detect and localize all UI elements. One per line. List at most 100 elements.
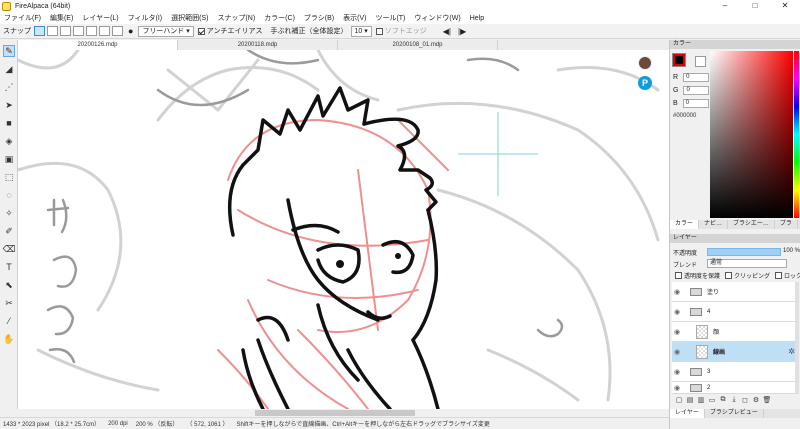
layer-row-4[interactable]: ◉ 4 [672, 302, 798, 322]
snap-vanishing-button[interactable] [73, 26, 84, 36]
saturation-value-field[interactable] [710, 51, 793, 218]
eye-icon[interactable]: ◉ [672, 384, 682, 392]
background-color-swatch[interactable] [695, 56, 706, 67]
soft-edge-checkbox[interactable] [375, 27, 383, 35]
eye-icon[interactable]: ◉ [672, 288, 682, 296]
flip-back-icon[interactable]: ◀| [443, 27, 451, 36]
move-icon[interactable]: ➤ [3, 99, 15, 111]
gear-icon[interactable]: ✲ [788, 347, 795, 356]
tab-brush[interactable]: ブラ [775, 220, 798, 229]
delete-layer-icon[interactable]: 🗑 [762, 396, 772, 405]
snap-parallel-button[interactable] [47, 26, 58, 36]
protect-alpha-checkbox[interactable] [675, 272, 682, 279]
pen-icon[interactable]: ✎ [3, 45, 15, 57]
layer-row-2[interactable]: ◉ 2 [672, 382, 798, 394]
layer-row-nuri[interactable]: ◉ 塗り [672, 282, 798, 302]
menu-window[interactable]: ウィンドウ(W) [414, 13, 460, 23]
blend-label: ブレンド [673, 263, 698, 269]
new-layer-icon[interactable]: ▢ [674, 396, 684, 405]
clear-layer-icon[interactable]: ◻ [740, 396, 750, 405]
menu-brush[interactable]: ブラシ(B) [304, 13, 334, 23]
minimize-button[interactable]: – [710, 0, 740, 12]
select-eraser-icon[interactable]: ⌫ [3, 243, 16, 255]
new-folder-icon[interactable]: ▭ [707, 396, 717, 405]
blend-select[interactable]: 通常 [707, 259, 787, 268]
maximize-button[interactable]: □ [740, 0, 770, 12]
layer-row-face[interactable]: ◉ 顔 [672, 322, 798, 342]
b-input[interactable]: 0 [682, 99, 709, 108]
eye-icon[interactable]: ◉ [672, 328, 682, 336]
bucket-icon[interactable]: ◈ [3, 135, 15, 147]
new-1bit-layer-icon[interactable]: ▥ [696, 396, 706, 405]
menu-edit[interactable]: 編集(E) [50, 13, 73, 23]
new-8bit-layer-icon[interactable]: ▤ [685, 396, 695, 405]
r-label: R [673, 74, 679, 81]
drawing-canvas[interactable]: P [18, 50, 669, 409]
snap-circle-button[interactable] [99, 26, 110, 36]
menu-layer[interactable]: レイヤー(L) [82, 13, 118, 23]
eraser-icon[interactable]: ◢ [3, 63, 15, 75]
menu-snap[interactable]: スナップ(N) [217, 13, 255, 23]
tab-brush-editor[interactable]: ブラシエー… [728, 220, 775, 229]
divide-icon[interactable]: ✂ [3, 297, 15, 309]
menu-file[interactable]: ファイル(F) [4, 13, 41, 23]
r-input[interactable]: 0 [683, 73, 710, 82]
horizontal-scrollbar[interactable] [18, 409, 669, 417]
menu-select[interactable]: 選択範囲(S) [171, 13, 208, 23]
select-pen-icon[interactable]: ✐ [3, 225, 15, 237]
tab-document-3[interactable]: 20200108_01.mdp [338, 40, 498, 50]
close-button[interactable]: ✕ [770, 0, 800, 12]
clipping-checkbox[interactable] [725, 272, 733, 279]
scrollbar-thumb[interactable] [255, 410, 415, 416]
menu-tool[interactable]: ツール(T) [375, 13, 405, 23]
tab-layer[interactable]: レイヤー [670, 409, 705, 418]
hand-icon[interactable]: ✋ [3, 333, 15, 345]
snap-crisscross-button[interactable] [60, 26, 71, 36]
fill-square-icon[interactable]: ■ [3, 117, 15, 129]
lasso-icon[interactable]: ◌ [3, 189, 15, 201]
r-row: R0 [673, 73, 710, 82]
foreground-color-swatch[interactable] [672, 53, 686, 67]
g-input[interactable]: 0 [683, 86, 710, 95]
menu-color[interactable]: カラー(C) [264, 13, 295, 23]
layer-row-lineart[interactable]: ◉ 線画 ✲ [672, 342, 798, 362]
tab-navigator[interactable]: ナビ… [699, 220, 729, 229]
eye-icon[interactable]: ◉ [672, 368, 682, 376]
opacity-slider[interactable] [707, 248, 781, 256]
snap-settings-icon[interactable]: ● [128, 26, 133, 36]
tab-brush-preview[interactable]: ブラシプレビュー [705, 409, 764, 418]
menu-help[interactable]: Help [470, 15, 484, 22]
magic-wand-icon[interactable]: ✧ [3, 207, 15, 219]
avatar-icon[interactable] [638, 56, 652, 70]
layer-buttons: ▢ ▤ ▥ ▭ ⧉ ⤓ ◻ ⚙ 🗑 [674, 396, 773, 405]
layer-row-3[interactable]: ◉ 3 [672, 362, 798, 382]
p-badge-icon[interactable]: P [638, 76, 652, 90]
antialias-checkbox[interactable] [197, 27, 205, 35]
snap-radial-button[interactable] [86, 26, 97, 36]
snap-off-button[interactable] [34, 26, 45, 36]
tab-document-1[interactable]: 20200126.mdp [18, 40, 178, 50]
operation-icon[interactable]: ⬉ [3, 279, 15, 291]
stabilizer-select[interactable]: 10 ▾ [350, 25, 372, 37]
hue-slider[interactable] [794, 51, 799, 218]
select-icon[interactable]: ⬚ [3, 171, 15, 183]
text-icon[interactable]: T [3, 261, 15, 273]
snap-curve-button[interactable] [112, 26, 123, 36]
layer-settings-icon[interactable]: ⚙ [751, 396, 761, 405]
layer-scrollbar[interactable] [795, 282, 799, 394]
eye-icon[interactable]: ◉ [672, 348, 682, 356]
duplicate-layer-icon[interactable]: ⧉ [718, 396, 728, 405]
eye-icon[interactable]: ◉ [672, 308, 682, 316]
protect-alpha-label: 透明度を保護 [684, 274, 721, 280]
merge-down-icon[interactable]: ⤓ [729, 396, 739, 405]
gradient-icon[interactable]: ▣ [3, 153, 15, 165]
lock-checkbox[interactable] [775, 272, 783, 279]
menu-view[interactable]: 表示(V) [343, 13, 366, 23]
brush-mode-select[interactable]: フリーハンド ▾ [138, 25, 194, 37]
menu-filter[interactable]: フィルタ(I) [128, 13, 162, 23]
flip-forward-icon[interactable]: |▶ [458, 27, 466, 36]
eyedropper-icon[interactable]: ⁄ [3, 315, 15, 327]
tab-document-2[interactable]: 20200118.mdp [178, 40, 338, 50]
dot-pen-icon[interactable]: ⋰ [3, 81, 15, 93]
tab-color[interactable]: カラー [670, 220, 700, 229]
